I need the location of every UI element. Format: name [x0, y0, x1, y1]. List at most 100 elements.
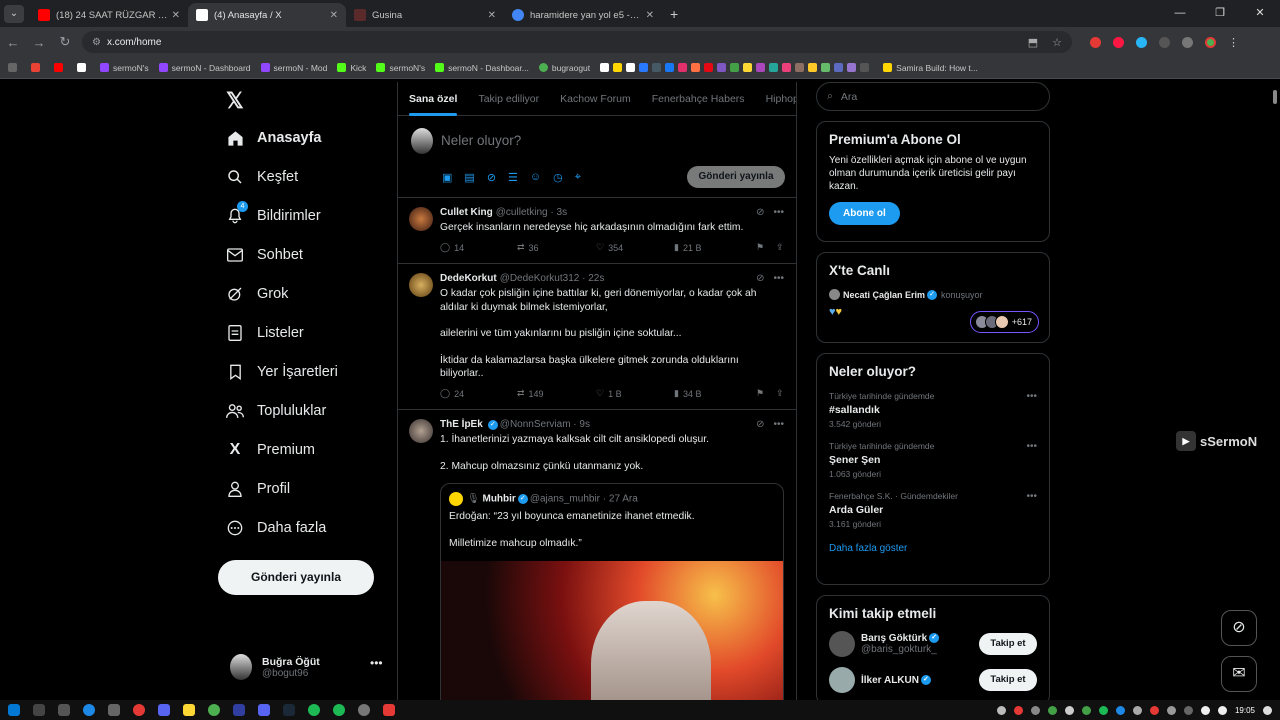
tweet-time[interactable]: 3s: [557, 207, 568, 218]
discord-icon[interactable]: [158, 704, 170, 716]
app-icon[interactable]: [358, 704, 370, 716]
poll-icon[interactable]: ☰: [508, 171, 518, 184]
tweet[interactable]: DedeKorkut @DedeKorkut312 · 22s ⊘ ••• O ka…: [398, 264, 796, 411]
opera-icon[interactable]: [1113, 36, 1124, 48]
trend-item[interactable]: Türkiye tarihinde gündemde #sallandık 3.54…: [829, 391, 1037, 429]
reply-button[interactable]: ◯ 14: [440, 242, 517, 253]
subscribe-button[interactable]: Abone ol: [829, 202, 900, 225]
tab-fenerbahce[interactable]: Fenerbahçe Habers: [652, 93, 745, 105]
bookmark-item[interactable]: sermoN - Dashboard: [158, 63, 251, 73]
task-view-icon[interactable]: [58, 704, 70, 716]
tray-icon[interactable]: [1149, 705, 1159, 715]
tab-for-you[interactable]: Sana özel: [409, 93, 458, 116]
follow-button[interactable]: Takip et: [979, 669, 1037, 691]
bookmark-item[interactable]: Samira Build: How t...: [883, 63, 978, 73]
gif-icon[interactable]: ▤: [464, 171, 474, 184]
tray-icon[interactable]: [1115, 705, 1125, 715]
minimize-icon[interactable]: —: [1160, 0, 1200, 27]
tweet-handle[interactable]: @DedeKorkut312: [500, 273, 580, 284]
back-icon[interactable]: ←: [0, 35, 26, 50]
avatar[interactable]: [829, 667, 855, 693]
tray-icon[interactable]: [1098, 705, 1108, 715]
tweet-time[interactable]: 22s: [588, 273, 604, 284]
tweet[interactable]: ThE İpEk ✓ @NonnServiam · 9s ⊘ ••• 1. İhane…: [398, 410, 796, 700]
sidebar-item-notifications[interactable]: 4 Bildirimler: [226, 201, 321, 225]
bookmark-item[interactable]: sermoN - Mod: [260, 63, 327, 73]
live-card[interactable]: X'te Canlı Necati Çağlan Erim ✓ konuşuyor …: [816, 252, 1050, 343]
notification-icon[interactable]: [1263, 705, 1272, 715]
avatar[interactable]: [409, 419, 433, 444]
steam-icon[interactable]: [283, 704, 295, 716]
messages-floating-button[interactable]: ✉: [1221, 656, 1257, 692]
more-icon[interactable]: •••: [773, 273, 784, 284]
more-icon[interactable]: •••: [773, 207, 784, 218]
grok-floating-button[interactable]: ⊘: [1221, 610, 1257, 646]
bookmark-item[interactable]: Kick: [337, 63, 366, 73]
browser-tab[interactable]: haramidere yan yol e5 - Google ✕: [504, 3, 662, 27]
x-logo-icon[interactable]: 𝕏: [226, 88, 244, 114]
site-info-icon[interactable]: ⚙: [92, 37, 101, 48]
clock[interactable]: 19:05: [1235, 706, 1255, 715]
tweet-time[interactable]: 9s: [579, 419, 590, 430]
profile-icon[interactable]: [1205, 36, 1216, 48]
app-icon[interactable]: [233, 704, 245, 716]
install-icon[interactable]: ⬒: [1028, 36, 1038, 49]
sidebar-item-explore[interactable]: Keşfet: [226, 168, 298, 186]
follow-suggestion[interactable]: Barış Göktürk ✓ @baris_gokturk_ Takip et: [829, 631, 1037, 657]
post-button[interactable]: Gönderi yayınla: [218, 560, 374, 595]
trend-item[interactable]: Fenerbahçe S.K. · Gündemdekiler Arda Güle…: [829, 491, 1037, 529]
tab-kachow-forum[interactable]: Kachow Forum: [560, 93, 631, 105]
tab-following[interactable]: Takip ediliyor: [478, 93, 539, 105]
listeners-button[interactable]: +617: [969, 311, 1039, 333]
bookmark-item[interactable]: bugraogut: [538, 63, 590, 73]
windows-start-icon[interactable]: [8, 704, 20, 716]
grok-icon[interactable]: ⊘: [756, 273, 764, 284]
sidebar-item-more[interactable]: Daha fazla: [226, 519, 326, 537]
restore-icon[interactable]: ❐: [1200, 0, 1240, 27]
sidebar-item-profile[interactable]: Profil: [226, 480, 290, 498]
close-tab-icon[interactable]: ✕: [488, 10, 496, 21]
grok-icon[interactable]: ⊘: [756, 419, 764, 430]
grok-icon[interactable]: ⊘: [756, 207, 764, 218]
quote-image[interactable]: [441, 560, 783, 700]
close-tab-icon[interactable]: ✕: [646, 10, 654, 21]
follow-suggestion[interactable]: İlker ALKUN ✓ Takip et: [829, 667, 1037, 693]
bookmark-item[interactable]: sermoN - Dashboar...: [435, 63, 529, 73]
share-icon[interactable]: ⇪: [776, 242, 784, 253]
tray-icon[interactable]: [1166, 705, 1176, 715]
extension-icon[interactable]: [1136, 36, 1147, 48]
show-more-link[interactable]: Daha fazla göster: [829, 543, 1037, 554]
more-icon[interactable]: •••: [1026, 391, 1037, 402]
sidebar-item-communities[interactable]: Topluluklar: [226, 402, 326, 420]
menu-icon[interactable]: [1182, 36, 1193, 48]
account-switcher[interactable]: Buğra Öğüt @bogut96 •••: [230, 654, 383, 680]
like-button[interactable]: ♡ 354: [596, 242, 674, 253]
spotify-icon[interactable]: [308, 704, 320, 716]
reload-icon[interactable]: ↻: [52, 34, 78, 50]
sidebar-item-grok[interactable]: Grok: [226, 285, 288, 303]
retweet-button[interactable]: ⇄ 36: [517, 242, 596, 253]
close-tab-icon[interactable]: ✕: [172, 10, 180, 21]
tweet-author[interactable]: DedeKorkut: [440, 273, 497, 284]
sidebar-item-home[interactable]: Anasayfa: [226, 129, 321, 147]
recording-icon[interactable]: [383, 704, 395, 716]
apps-icon[interactable]: [8, 63, 21, 72]
puzzle-icon[interactable]: [1159, 36, 1170, 48]
bookmark-icon-row[interactable]: [600, 63, 873, 72]
app-icon[interactable]: [258, 704, 270, 716]
views-button[interactable]: ▮ 34 B: [674, 388, 756, 399]
star-icon[interactable]: ☆: [1052, 36, 1062, 49]
chrome-icon[interactable]: [208, 704, 220, 716]
more-icon[interactable]: •••: [370, 656, 383, 670]
tweet-author[interactable]: Cullet King: [440, 207, 493, 218]
more-icon[interactable]: •••: [773, 419, 784, 430]
location-icon[interactable]: ⌖: [575, 171, 581, 184]
more-vert-icon[interactable]: ⋮: [1228, 36, 1239, 49]
bookmark-item[interactable]: sermoN's: [100, 63, 149, 73]
browser-tab-active[interactable]: (4) Anasayfa / X ✕: [188, 3, 346, 27]
tweet-handle[interactable]: @culletking: [496, 207, 548, 218]
tweet-handle[interactable]: @NonnServiam: [500, 419, 571, 430]
url-field[interactable]: ⚙ x.com/home ⬒ ☆: [82, 31, 1072, 53]
sidebar-item-bookmarks[interactable]: Yer İşaretleri: [226, 363, 338, 381]
compose-post-button[interactable]: Gönderi yayınla: [687, 166, 785, 188]
